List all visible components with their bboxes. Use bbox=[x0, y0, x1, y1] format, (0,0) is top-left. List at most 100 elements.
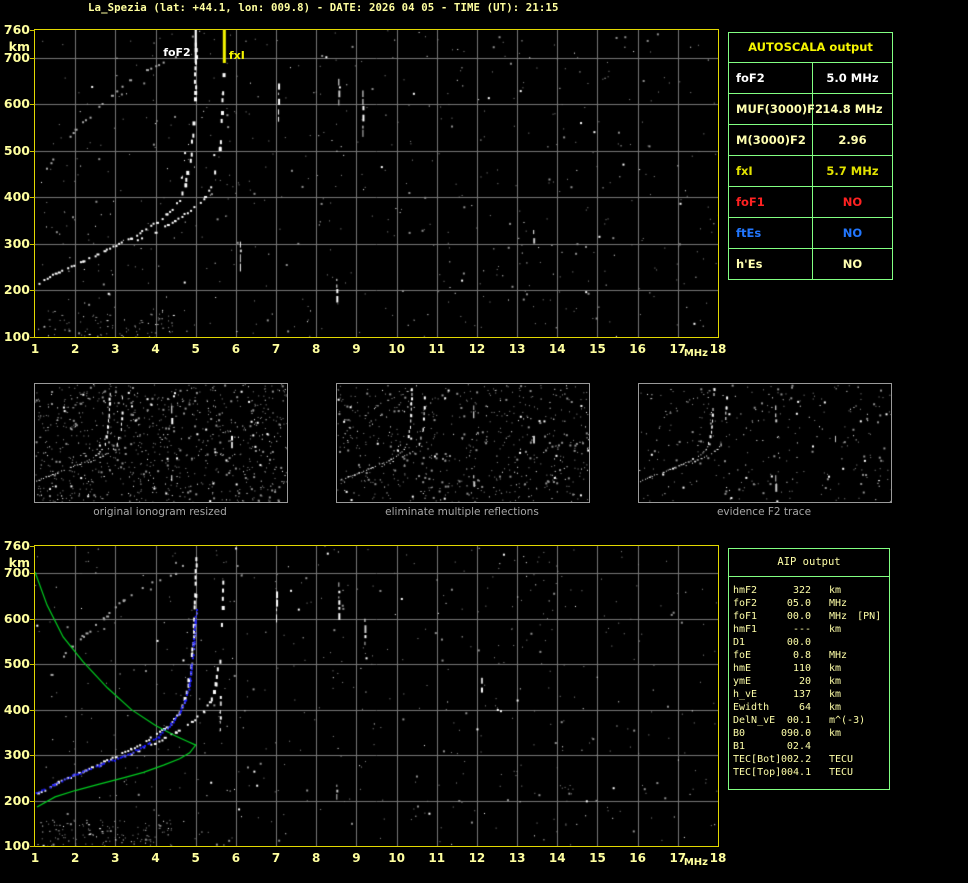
aip-row-suffix: [PN] bbox=[857, 611, 882, 622]
autoscala-row-label: h'Es bbox=[729, 249, 813, 279]
aip-row-value: 00.0 bbox=[786, 611, 811, 622]
aip-row-value: 322 bbox=[792, 585, 811, 596]
autoscala-table-header: AUTOSCALA output bbox=[748, 40, 873, 54]
aip-row: B1 02.4 bbox=[729, 740, 889, 753]
aip-row-value: 00.0 bbox=[786, 637, 811, 648]
x-tick-label: 5 bbox=[191, 851, 200, 865]
aip-row-value: 02.4 bbox=[786, 741, 811, 752]
x-tick-label: 18 bbox=[709, 342, 727, 356]
panel-evidence-f2-trace bbox=[638, 383, 892, 503]
x-tick-label: 2 bbox=[70, 851, 80, 865]
y-tick-label: 760 bbox=[3, 22, 30, 37]
y-tick-mark bbox=[30, 846, 35, 847]
bottom-ionogram-plot bbox=[34, 545, 719, 847]
x-tick-label: 12 bbox=[468, 342, 486, 356]
aip-row-unit: km bbox=[829, 585, 842, 596]
y-tick-mark bbox=[30, 755, 35, 757]
y-tick-label: 600 bbox=[3, 96, 30, 112]
autoscala-row-value: 5.7 MHz bbox=[826, 164, 879, 178]
aip-row-unit: MHz bbox=[829, 598, 848, 609]
y-tick-label: 300 bbox=[3, 235, 30, 251]
aip-row-value: 64 bbox=[798, 702, 811, 713]
aip-row-value: 0.8 bbox=[792, 650, 811, 661]
aip-row: foF2 05.0 MHz bbox=[729, 597, 889, 610]
panel-eliminate-multiples bbox=[336, 383, 590, 503]
autoscala-row-value: 5.0 MHz bbox=[826, 71, 879, 85]
aip-row-label: h_vE bbox=[733, 689, 758, 700]
aip-row-value: 110 bbox=[792, 663, 811, 674]
aip-row-label: ymE bbox=[733, 676, 752, 687]
y-tick-label: 100 bbox=[3, 329, 30, 344]
original-ionogram-canvas bbox=[35, 384, 287, 502]
y-axis-unit-label: km bbox=[8, 39, 30, 54]
y-tick-mark bbox=[30, 800, 35, 802]
y-tick-label: 300 bbox=[3, 747, 30, 763]
x-tick-label: 4 bbox=[151, 851, 160, 865]
aip-row-unit: TECU bbox=[829, 767, 854, 778]
x-axis-unit-label: MHz bbox=[683, 857, 708, 868]
x-tick-label: 3 bbox=[111, 342, 120, 356]
y-tick-label: 200 bbox=[3, 792, 30, 808]
eliminate-multiples-canvas bbox=[337, 384, 589, 502]
x-tick-label: 11 bbox=[428, 851, 446, 865]
autoscala-row-label: M(3000)F2 bbox=[729, 125, 813, 155]
x-tick-label: 15 bbox=[589, 342, 606, 356]
aip-row: foE 0.8 MHz bbox=[729, 649, 889, 662]
aip-row-unit: km bbox=[829, 689, 842, 700]
x-tick-label: 9 bbox=[352, 851, 361, 865]
y-tick-mark bbox=[30, 709, 35, 711]
x-tick-label: 2 bbox=[70, 342, 80, 356]
autoscala-row-label: foF1 bbox=[729, 187, 813, 217]
y-tick-mark bbox=[30, 197, 35, 199]
aip-row-value: 004.1 bbox=[781, 767, 812, 778]
aip-row: B0 090.0 km bbox=[729, 727, 889, 740]
aip-row-value: --- bbox=[792, 624, 811, 635]
autoscala-row-value: NO bbox=[842, 257, 863, 271]
autoscala-row: MUF(3000)F2 14.8 MHz bbox=[729, 93, 892, 124]
aip-row-unit: TECU bbox=[829, 754, 854, 765]
aip-row: hmE 110 km bbox=[729, 662, 889, 675]
y-tick-mark bbox=[30, 243, 35, 245]
panel-original-ionogram bbox=[34, 383, 288, 503]
aip-row: hmF1 --- km bbox=[729, 623, 889, 636]
station-title: La_Spezia (lat: +44.1, lon: 009.8) - DAT… bbox=[88, 1, 559, 14]
x-tick-label: 16 bbox=[629, 851, 646, 865]
x-tick-label: 8 bbox=[312, 342, 321, 356]
x-tick-label: 1 bbox=[30, 851, 40, 865]
x-tick-label: 16 bbox=[629, 342, 646, 356]
aip-row-unit: km bbox=[829, 663, 842, 674]
aip-row-label: foF1 bbox=[733, 611, 758, 622]
y-tick-mark bbox=[30, 104, 35, 106]
x-tick-label: 10 bbox=[388, 342, 405, 356]
caption-evidence-f2-trace: evidence F2 trace bbox=[716, 506, 812, 518]
aip-row-unit: km bbox=[829, 728, 842, 739]
aip-table-header: AIP output bbox=[729, 549, 889, 577]
aip-row-label: D1 bbox=[733, 637, 746, 648]
y-axis-unit-label: km bbox=[8, 555, 30, 570]
top-ionogram-canvas bbox=[35, 30, 718, 337]
aip-output-table: AIP output hmF2 322 km foF2 05.0 MHz foF1 00.0 M… bbox=[728, 548, 890, 790]
autoscala-row: fxI 5.7 MHz bbox=[729, 155, 892, 186]
aip-row-label: hmF1 bbox=[733, 624, 758, 635]
x-tick-label: 6 bbox=[231, 851, 241, 865]
aip-row-label: hmF2 bbox=[733, 585, 758, 596]
autoscala-row-value: NO bbox=[842, 195, 863, 209]
aip-row: DelN_vE 00.1 m^(-3) bbox=[729, 714, 889, 727]
autoscala-row-label: foF2 bbox=[729, 63, 813, 93]
aip-row-unit: km bbox=[829, 676, 842, 687]
aip-row-unit: m^(-3) bbox=[829, 715, 866, 726]
autoscala-row-value: NO bbox=[842, 226, 863, 240]
x-tick-label: 14 bbox=[548, 342, 566, 356]
autoscala-row-label: MUF(3000)F2 bbox=[729, 94, 823, 124]
autoscala-output-screen: La_Spezia (lat: +44.1, lon: 009.8) - DAT… bbox=[0, 0, 968, 883]
autoscala-row-value: 14.8 MHz bbox=[822, 102, 883, 116]
y-tick-mark bbox=[30, 30, 35, 31]
y-tick-label: 100 bbox=[3, 838, 30, 853]
autoscala-row: h'Es NO bbox=[729, 248, 892, 279]
x-tick-label: 7 bbox=[271, 342, 281, 356]
aip-row-label: B1 bbox=[733, 741, 746, 752]
x-tick-label: 3 bbox=[111, 851, 120, 865]
aip-row-label: Ewidth bbox=[733, 702, 770, 713]
aip-row-label: B0 bbox=[733, 728, 746, 739]
aip-row: h_vE 137 km bbox=[729, 688, 889, 701]
